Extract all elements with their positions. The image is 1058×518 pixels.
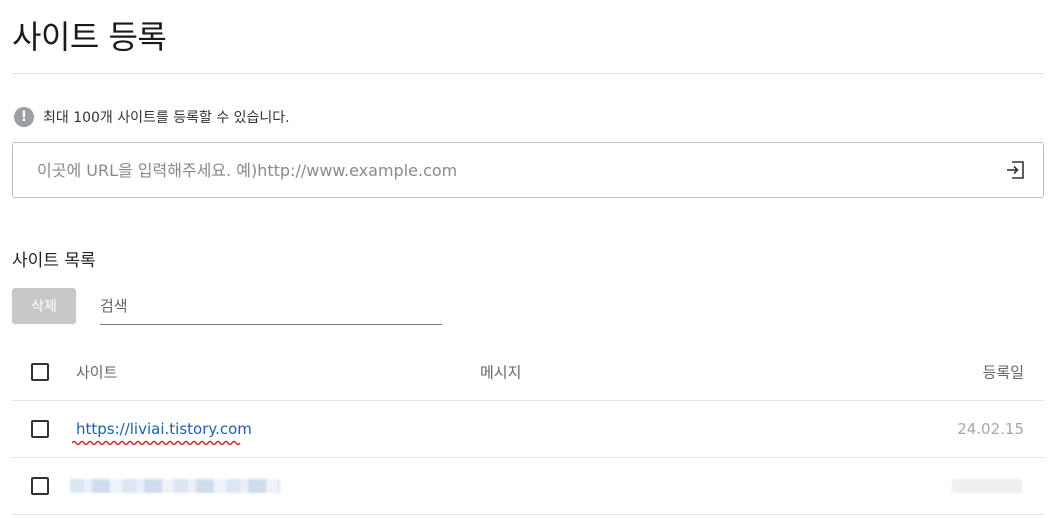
select-all-checkbox[interactable] bbox=[31, 362, 49, 381]
site-link[interactable]: https://liviai.tistory.com bbox=[76, 420, 252, 438]
notice-text: 최대 100개 사이트를 등록할 수 있습니다. bbox=[43, 110, 290, 126]
redacted-date bbox=[952, 479, 1022, 493]
notice: ! 최대 100개 사이트를 등록할 수 있습니다. bbox=[14, 107, 290, 127]
table-row: https://liviai.tistory.com 24.02.15 bbox=[12, 401, 1044, 458]
page-title: 사이트 등록 bbox=[12, 18, 167, 56]
site-list-title: 사이트 목록 bbox=[12, 251, 96, 271]
url-input[interactable] bbox=[13, 143, 987, 197]
site-table: 사이트 메시지 등록일 https://liviai.tistory.com 2… bbox=[12, 343, 1044, 515]
search-field bbox=[100, 288, 442, 325]
site-cell: https://liviai.tistory.com bbox=[72, 420, 252, 445]
column-header-date: 등록일 bbox=[982, 363, 1024, 381]
row-checkbox[interactable] bbox=[31, 477, 49, 495]
enter-icon[interactable] bbox=[987, 142, 1043, 198]
table-row bbox=[12, 458, 1044, 515]
spellcheck-underline bbox=[72, 440, 241, 445]
info-icon: ! bbox=[14, 107, 34, 127]
row-checkbox[interactable] bbox=[31, 420, 49, 438]
redacted-site bbox=[70, 479, 280, 493]
title-divider bbox=[12, 73, 1044, 74]
site-registration-page: 사이트 등록 ! 최대 100개 사이트를 등록할 수 있습니다. 사이트 목록… bbox=[0, 0, 1058, 518]
column-header-site: 사이트 bbox=[76, 363, 118, 381]
delete-button[interactable]: 삭제 bbox=[12, 288, 76, 324]
column-header-message: 메시지 bbox=[480, 363, 522, 381]
search-input[interactable] bbox=[100, 288, 442, 324]
url-input-box bbox=[12, 142, 1044, 198]
table-header-row: 사이트 메시지 등록일 bbox=[12, 343, 1044, 401]
date-cell: 24.02.15 bbox=[957, 420, 1024, 438]
